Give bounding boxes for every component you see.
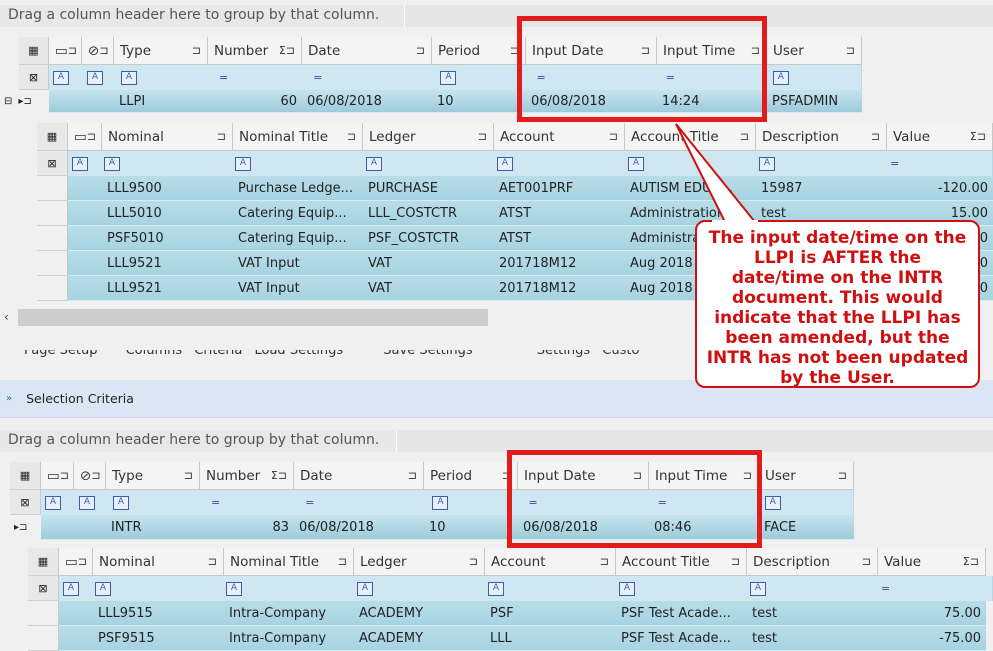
callout-pointer-join	[712, 220, 758, 223]
annotation-callout: The input date/time on the LLPI is AFTER…	[695, 220, 980, 388]
